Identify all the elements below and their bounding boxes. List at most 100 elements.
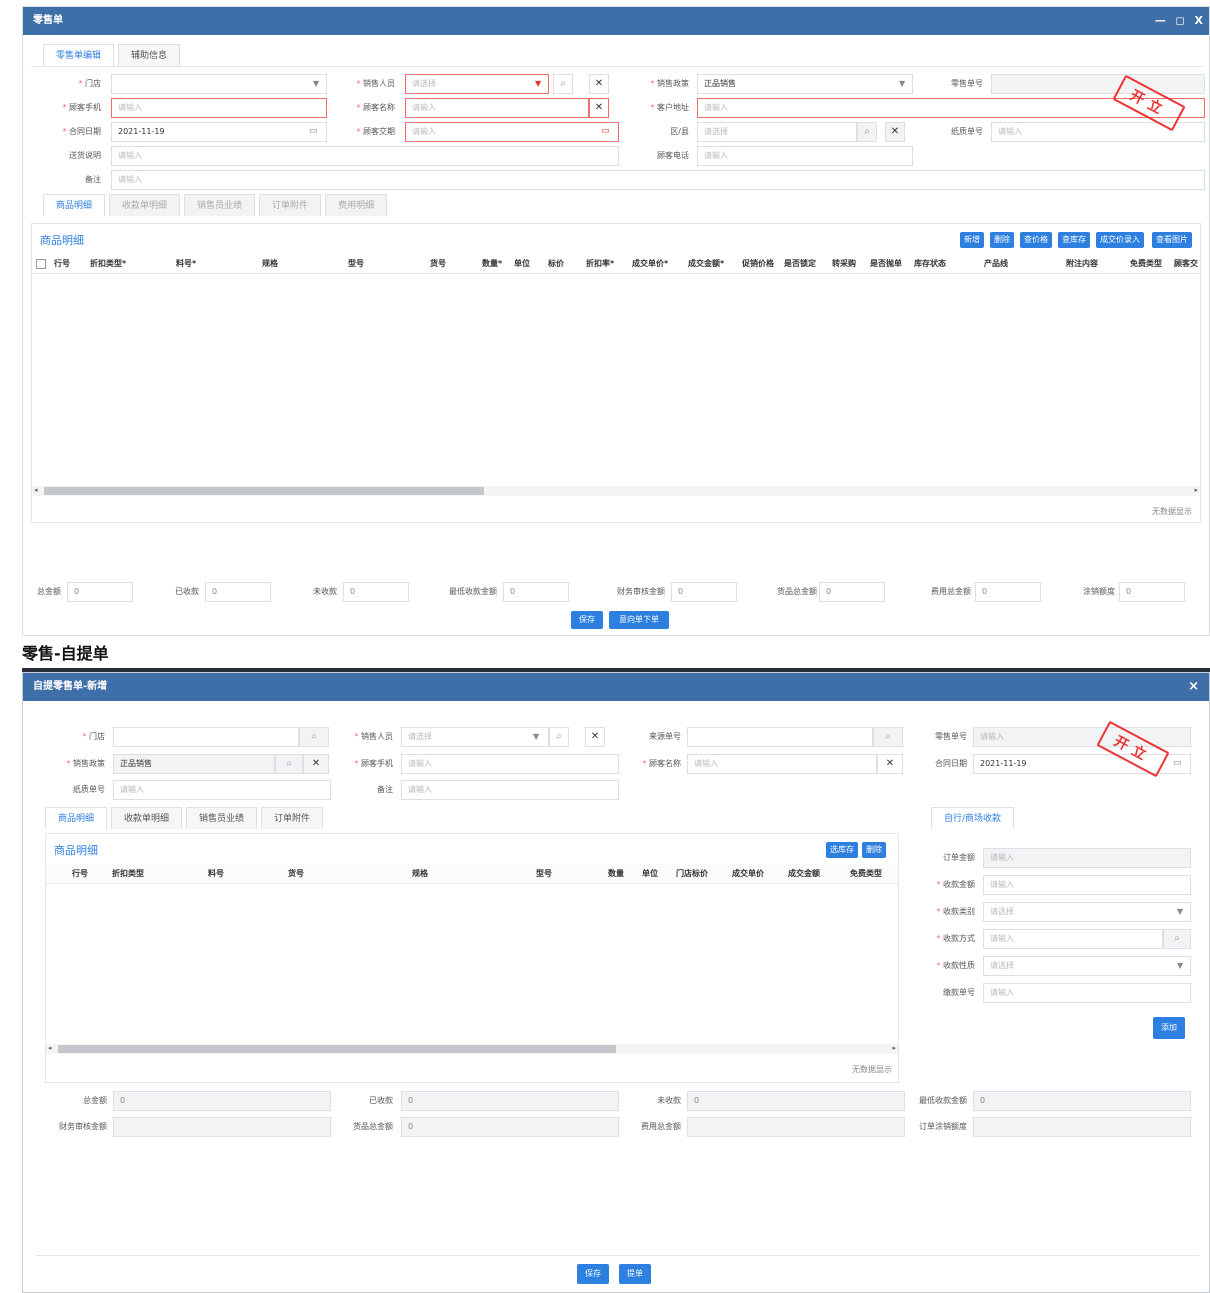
- view-image-button[interactable]: 查看图片: [1152, 232, 1192, 248]
- col-header[interactable]: 促销价格: [742, 254, 774, 274]
- remark-input[interactable]: 请输入: [401, 780, 619, 800]
- pay-type-select[interactable]: 请选择: [983, 902, 1191, 922]
- col-header[interactable]: 型号: [536, 864, 552, 884]
- region-select[interactable]: 请选择: [697, 122, 857, 142]
- tab-receipt-detail[interactable]: 收款单明细: [109, 194, 181, 216]
- col-header[interactable]: 料号: [208, 864, 224, 884]
- intent-order-button[interactable]: 意向单下单: [609, 611, 669, 629]
- tab-goods-detail[interactable]: 商品明细: [43, 194, 106, 216]
- col-header[interactable]: 附注内容: [1066, 254, 1098, 274]
- tab-order-attachments[interactable]: 订单附件: [261, 807, 324, 829]
- col-header[interactable]: 成交单价*: [632, 254, 668, 274]
- enter-price-button[interactable]: 成交价录入: [1096, 232, 1144, 248]
- horizontal-scrollbar[interactable]: ◂ ▸: [32, 486, 1200, 496]
- policy-input[interactable]: 正品销售: [113, 754, 275, 774]
- calendar-icon[interactable]: ▭: [1173, 758, 1182, 768]
- pay-amount-input[interactable]: 请输入: [983, 875, 1191, 895]
- search-icon[interactable]: ⌕: [553, 74, 573, 94]
- remark-input[interactable]: 请输入: [111, 170, 1205, 190]
- add-payment-button[interactable]: 添加: [1153, 1017, 1185, 1039]
- col-header[interactable]: 库存状态: [914, 254, 946, 274]
- col-header[interactable]: 是否锁定: [784, 254, 816, 274]
- add-button[interactable]: 新增: [960, 232, 984, 248]
- save-button[interactable]: 保存: [571, 611, 603, 629]
- col-header[interactable]: 是否抛单: [870, 254, 902, 274]
- salesperson-select[interactable]: 请选择: [405, 74, 549, 94]
- col-header[interactable]: 转采购: [832, 254, 856, 274]
- search-icon[interactable]: ⌕: [873, 727, 903, 747]
- calendar-icon[interactable]: ▭: [309, 126, 318, 136]
- horizontal-scrollbar[interactable]: ◂ ▸: [46, 1044, 898, 1054]
- search-icon[interactable]: ⌕: [549, 727, 569, 747]
- scroll-left-icon[interactable]: ◂: [48, 1044, 52, 1052]
- salesperson-select[interactable]: 请选择: [401, 727, 549, 747]
- tab-order-attachments[interactable]: 订单附件: [259, 194, 322, 216]
- select-all-checkbox[interactable]: [36, 259, 46, 269]
- col-header[interactable]: 顾客交: [1174, 254, 1198, 274]
- tab-sales-performance[interactable]: 销售员业绩: [186, 807, 258, 829]
- cust-name-input[interactable]: 请输入: [687, 754, 877, 774]
- col-header[interactable]: 数量*: [482, 254, 502, 274]
- col-header[interactable]: 免费类型: [1130, 254, 1162, 274]
- col-header[interactable]: 行号: [72, 864, 88, 884]
- col-header[interactable]: 成交金额*: [688, 254, 724, 274]
- pay-method-input[interactable]: 请输入: [983, 929, 1163, 949]
- delivery-date[interactable]: 请输入: [405, 122, 619, 142]
- source-input[interactable]: [687, 727, 873, 747]
- store-select[interactable]: [111, 74, 327, 94]
- col-header[interactable]: 标价: [548, 254, 564, 274]
- ship-input[interactable]: 请输入: [111, 146, 619, 166]
- check-price-button[interactable]: 查价格: [1020, 232, 1052, 248]
- cust-name-input[interactable]: 请输入: [405, 98, 589, 118]
- tab-expense-detail[interactable]: 费用明细: [325, 194, 388, 216]
- tab-receipt-detail[interactable]: 收款单明细: [111, 807, 183, 829]
- scrollbar-thumb[interactable]: [44, 487, 484, 495]
- submit-order-button[interactable]: 提单: [619, 1264, 651, 1284]
- delete-button[interactable]: 删除: [862, 842, 886, 858]
- tab-goods-detail[interactable]: 商品明细: [45, 807, 108, 829]
- col-header[interactable]: 单位: [642, 864, 658, 884]
- minimize-icon[interactable]: —: [1155, 14, 1166, 27]
- close-icon[interactable]: X: [1195, 14, 1203, 27]
- clear-icon[interactable]: ✕: [589, 74, 609, 94]
- col-header[interactable]: 货号: [430, 254, 446, 274]
- tab-sales-performance[interactable]: 销售员业绩: [184, 194, 256, 216]
- policy-select[interactable]: 正品销售: [697, 74, 913, 94]
- phone-input[interactable]: 请输入: [401, 754, 619, 774]
- clear-icon[interactable]: ✕: [585, 727, 605, 747]
- store-input[interactable]: [113, 727, 299, 747]
- ref-input[interactable]: 请输入: [983, 983, 1191, 1003]
- col-header[interactable]: 规格: [262, 254, 278, 274]
- col-header[interactable]: 成交金额: [788, 864, 820, 884]
- col-header[interactable]: 货号: [288, 864, 304, 884]
- clear-icon[interactable]: ✕: [885, 122, 905, 142]
- phone-input[interactable]: 请输入: [111, 98, 327, 118]
- cphone-input[interactable]: 请输入: [697, 146, 913, 166]
- col-header[interactable]: 免费类型: [850, 864, 882, 884]
- tab-self-payment[interactable]: 自行/商场收款: [931, 807, 1015, 829]
- search-icon[interactable]: ⌕: [275, 754, 303, 774]
- select-stock-button[interactable]: 选库存: [826, 842, 858, 858]
- tab-aux-info[interactable]: 辅助信息: [118, 44, 181, 66]
- col-header[interactable]: 产品线: [984, 254, 1008, 274]
- col-header[interactable]: 折扣类型: [112, 864, 144, 884]
- col-header[interactable]: 行号: [54, 254, 70, 274]
- delete-button[interactable]: 删除: [990, 232, 1014, 248]
- clear-icon[interactable]: ✕: [589, 98, 609, 118]
- col-header[interactable]: 折扣率*: [586, 254, 614, 274]
- scroll-left-icon[interactable]: ◂: [34, 486, 38, 494]
- tab-order-edit[interactable]: 零售单编辑: [43, 44, 115, 66]
- scroll-right-icon[interactable]: ▸: [892, 1044, 896, 1052]
- search-icon[interactable]: ⌕: [857, 122, 877, 142]
- clear-icon[interactable]: ✕: [877, 754, 903, 774]
- maximize-icon[interactable]: ◻: [1176, 14, 1185, 27]
- save-button[interactable]: 保存: [577, 1264, 609, 1284]
- col-header[interactable]: 折扣类型*: [90, 254, 126, 274]
- paper-input[interactable]: 请输入: [113, 780, 331, 800]
- col-header[interactable]: 成交单价: [732, 864, 764, 884]
- check-stock-button[interactable]: 查库存: [1058, 232, 1090, 248]
- col-header[interactable]: 单位: [514, 254, 530, 274]
- search-icon[interactable]: ⌕: [1163, 929, 1191, 949]
- col-header[interactable]: 规格: [412, 864, 428, 884]
- pay-nature-select[interactable]: 请选择: [983, 956, 1191, 976]
